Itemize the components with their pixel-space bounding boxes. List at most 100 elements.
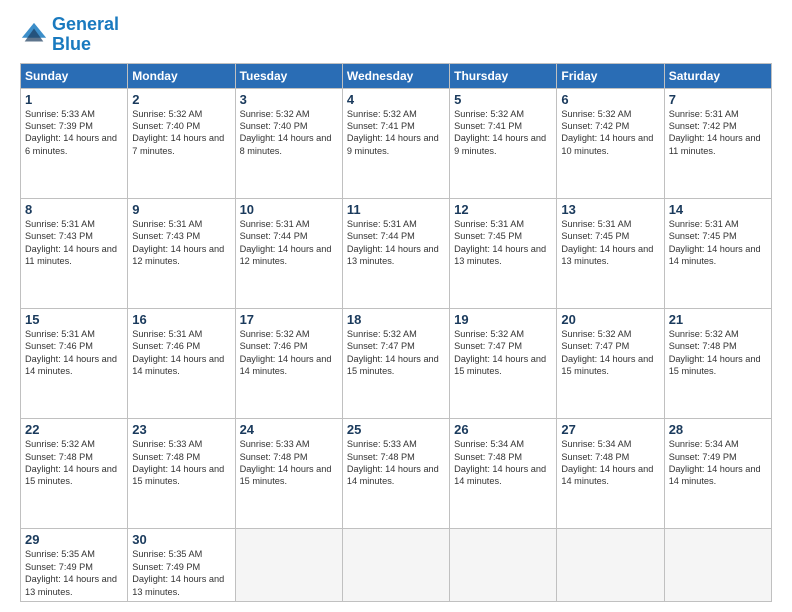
sunset-label: Sunset: 7:45 PM (454, 231, 522, 241)
sunrise-label: Sunrise: 5:32 AM (25, 439, 95, 449)
calendar-day-cell: 3 Sunrise: 5:32 AM Sunset: 7:40 PM Dayli… (235, 88, 342, 198)
calendar-day-cell: 4 Sunrise: 5:32 AM Sunset: 7:41 PM Dayli… (342, 88, 449, 198)
day-of-week-header: Monday (128, 63, 235, 88)
day-info: Sunrise: 5:34 AM Sunset: 7:49 PM Dayligh… (669, 438, 767, 488)
day-number: 15 (25, 312, 123, 327)
calendar-day-cell: 11 Sunrise: 5:31 AM Sunset: 7:44 PM Dayl… (342, 198, 449, 308)
day-number: 3 (240, 92, 338, 107)
daylight-label: Daylight: 14 hours and 6 minutes. (25, 133, 117, 155)
sunrise-label: Sunrise: 5:31 AM (454, 219, 524, 229)
calendar-day-cell (664, 529, 771, 602)
sunrise-label: Sunrise: 5:34 AM (669, 439, 739, 449)
sunrise-label: Sunrise: 5:32 AM (454, 109, 524, 119)
calendar-header-row: SundayMondayTuesdayWednesdayThursdayFrid… (21, 63, 772, 88)
sunrise-label: Sunrise: 5:32 AM (240, 109, 310, 119)
day-of-week-header: Saturday (664, 63, 771, 88)
sunrise-label: Sunrise: 5:33 AM (240, 439, 310, 449)
calendar-day-cell: 23 Sunrise: 5:33 AM Sunset: 7:48 PM Dayl… (128, 419, 235, 529)
day-info: Sunrise: 5:31 AM Sunset: 7:43 PM Dayligh… (25, 218, 123, 268)
daylight-label: Daylight: 14 hours and 14 minutes. (240, 354, 332, 376)
logo-icon (20, 21, 48, 49)
calendar-day-cell: 28 Sunrise: 5:34 AM Sunset: 7:49 PM Dayl… (664, 419, 771, 529)
daylight-label: Daylight: 14 hours and 12 minutes. (132, 244, 224, 266)
calendar-day-cell: 30 Sunrise: 5:35 AM Sunset: 7:49 PM Dayl… (128, 529, 235, 602)
day-info: Sunrise: 5:31 AM Sunset: 7:45 PM Dayligh… (669, 218, 767, 268)
calendar-day-cell: 16 Sunrise: 5:31 AM Sunset: 7:46 PM Dayl… (128, 308, 235, 418)
day-info: Sunrise: 5:32 AM Sunset: 7:40 PM Dayligh… (132, 108, 230, 158)
day-number: 26 (454, 422, 552, 437)
daylight-label: Daylight: 14 hours and 15 minutes. (454, 354, 546, 376)
daylight-label: Daylight: 14 hours and 14 minutes. (347, 464, 439, 486)
sunset-label: Sunset: 7:41 PM (347, 121, 415, 131)
sunset-label: Sunset: 7:47 PM (561, 341, 629, 351)
calendar-day-cell: 12 Sunrise: 5:31 AM Sunset: 7:45 PM Dayl… (450, 198, 557, 308)
day-number: 29 (25, 532, 123, 547)
day-info: Sunrise: 5:31 AM Sunset: 7:46 PM Dayligh… (25, 328, 123, 378)
day-info: Sunrise: 5:32 AM Sunset: 7:47 PM Dayligh… (561, 328, 659, 378)
calendar-day-cell: 17 Sunrise: 5:32 AM Sunset: 7:46 PM Dayl… (235, 308, 342, 418)
day-of-week-header: Wednesday (342, 63, 449, 88)
calendar-day-cell: 20 Sunrise: 5:32 AM Sunset: 7:47 PM Dayl… (557, 308, 664, 418)
calendar-day-cell: 7 Sunrise: 5:31 AM Sunset: 7:42 PM Dayli… (664, 88, 771, 198)
sunset-label: Sunset: 7:49 PM (25, 562, 93, 572)
day-info: Sunrise: 5:31 AM Sunset: 7:43 PM Dayligh… (132, 218, 230, 268)
calendar-day-cell: 24 Sunrise: 5:33 AM Sunset: 7:48 PM Dayl… (235, 419, 342, 529)
sunset-label: Sunset: 7:42 PM (669, 121, 737, 131)
daylight-label: Daylight: 14 hours and 13 minutes. (132, 574, 224, 596)
day-number: 4 (347, 92, 445, 107)
sunset-label: Sunset: 7:48 PM (669, 341, 737, 351)
sunrise-label: Sunrise: 5:32 AM (561, 329, 631, 339)
calendar-day-cell: 22 Sunrise: 5:32 AM Sunset: 7:48 PM Dayl… (21, 419, 128, 529)
calendar-day-cell (557, 529, 664, 602)
sunrise-label: Sunrise: 5:32 AM (347, 329, 417, 339)
sunrise-label: Sunrise: 5:32 AM (454, 329, 524, 339)
sunset-label: Sunset: 7:45 PM (561, 231, 629, 241)
day-info: Sunrise: 5:35 AM Sunset: 7:49 PM Dayligh… (132, 548, 230, 598)
calendar-day-cell: 26 Sunrise: 5:34 AM Sunset: 7:48 PM Dayl… (450, 419, 557, 529)
daylight-label: Daylight: 14 hours and 15 minutes. (132, 464, 224, 486)
daylight-label: Daylight: 14 hours and 8 minutes. (240, 133, 332, 155)
sunrise-label: Sunrise: 5:31 AM (561, 219, 631, 229)
day-info: Sunrise: 5:31 AM Sunset: 7:44 PM Dayligh… (240, 218, 338, 268)
calendar-day-cell: 25 Sunrise: 5:33 AM Sunset: 7:48 PM Dayl… (342, 419, 449, 529)
day-number: 21 (669, 312, 767, 327)
page: General Blue SundayMondayTuesdayWednesda… (0, 0, 792, 612)
calendar-day-cell (235, 529, 342, 602)
calendar-day-cell: 13 Sunrise: 5:31 AM Sunset: 7:45 PM Dayl… (557, 198, 664, 308)
day-number: 9 (132, 202, 230, 217)
day-info: Sunrise: 5:32 AM Sunset: 7:47 PM Dayligh… (347, 328, 445, 378)
daylight-label: Daylight: 14 hours and 13 minutes. (454, 244, 546, 266)
sunrise-label: Sunrise: 5:32 AM (347, 109, 417, 119)
day-info: Sunrise: 5:33 AM Sunset: 7:48 PM Dayligh… (240, 438, 338, 488)
sunrise-label: Sunrise: 5:32 AM (669, 329, 739, 339)
day-info: Sunrise: 5:32 AM Sunset: 7:40 PM Dayligh… (240, 108, 338, 158)
day-number: 28 (669, 422, 767, 437)
calendar-day-cell: 10 Sunrise: 5:31 AM Sunset: 7:44 PM Dayl… (235, 198, 342, 308)
calendar-day-cell: 1 Sunrise: 5:33 AM Sunset: 7:39 PM Dayli… (21, 88, 128, 198)
sunrise-label: Sunrise: 5:34 AM (561, 439, 631, 449)
daylight-label: Daylight: 14 hours and 7 minutes. (132, 133, 224, 155)
sunset-label: Sunset: 7:40 PM (240, 121, 308, 131)
calendar-day-cell: 15 Sunrise: 5:31 AM Sunset: 7:46 PM Dayl… (21, 308, 128, 418)
daylight-label: Daylight: 14 hours and 11 minutes. (669, 133, 761, 155)
day-number: 1 (25, 92, 123, 107)
sunset-label: Sunset: 7:48 PM (561, 452, 629, 462)
day-info: Sunrise: 5:32 AM Sunset: 7:41 PM Dayligh… (454, 108, 552, 158)
calendar-week-row: 22 Sunrise: 5:32 AM Sunset: 7:48 PM Dayl… (21, 419, 772, 529)
daylight-label: Daylight: 14 hours and 12 minutes. (240, 244, 332, 266)
sunrise-label: Sunrise: 5:35 AM (25, 549, 95, 559)
calendar-week-row: 8 Sunrise: 5:31 AM Sunset: 7:43 PM Dayli… (21, 198, 772, 308)
logo: General Blue (20, 15, 119, 55)
sunset-label: Sunset: 7:47 PM (454, 341, 522, 351)
sunset-label: Sunset: 7:47 PM (347, 341, 415, 351)
sunset-label: Sunset: 7:44 PM (347, 231, 415, 241)
calendar-day-cell: 18 Sunrise: 5:32 AM Sunset: 7:47 PM Dayl… (342, 308, 449, 418)
sunset-label: Sunset: 7:48 PM (347, 452, 415, 462)
sunset-label: Sunset: 7:48 PM (25, 452, 93, 462)
sunset-label: Sunset: 7:49 PM (132, 562, 200, 572)
day-of-week-header: Thursday (450, 63, 557, 88)
day-info: Sunrise: 5:32 AM Sunset: 7:41 PM Dayligh… (347, 108, 445, 158)
daylight-label: Daylight: 14 hours and 14 minutes. (669, 464, 761, 486)
calendar-day-cell: 8 Sunrise: 5:31 AM Sunset: 7:43 PM Dayli… (21, 198, 128, 308)
day-info: Sunrise: 5:34 AM Sunset: 7:48 PM Dayligh… (454, 438, 552, 488)
